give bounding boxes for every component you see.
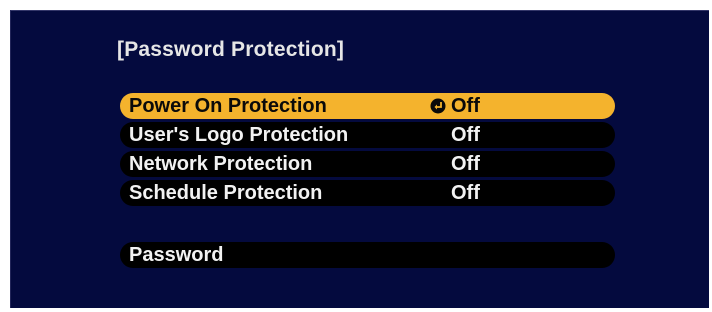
menu-item-label: Network Protection (129, 153, 313, 175)
users-logo-protection-item[interactable]: User's Logo Protection Off (120, 122, 615, 148)
menu-item-value: Off (451, 153, 480, 175)
enter-icon (430, 98, 446, 114)
menu-item-value: Off (451, 95, 480, 117)
password-item[interactable]: Password (120, 242, 615, 268)
network-protection-item[interactable]: Network Protection Off (120, 151, 615, 177)
menu-item-label: Schedule Protection (129, 182, 323, 204)
menu-item-label: User's Logo Protection (129, 124, 349, 146)
menu-item-value: Off (451, 182, 480, 204)
menu-item-label: Power On Protection (129, 95, 327, 117)
power-on-protection-item[interactable]: Power On Protection Off (120, 93, 615, 119)
password-protection-menu: [Password Protection] Power On Protectio… (10, 10, 709, 308)
menu-list: Power On Protection Off User's Logo Prot… (120, 93, 615, 271)
menu-spacer (120, 209, 615, 242)
schedule-protection-item[interactable]: Schedule Protection Off (120, 180, 615, 206)
menu-item-value: Off (451, 124, 480, 146)
menu-title: [Password Protection] (117, 38, 345, 61)
menu-item-label: Password (129, 244, 224, 266)
